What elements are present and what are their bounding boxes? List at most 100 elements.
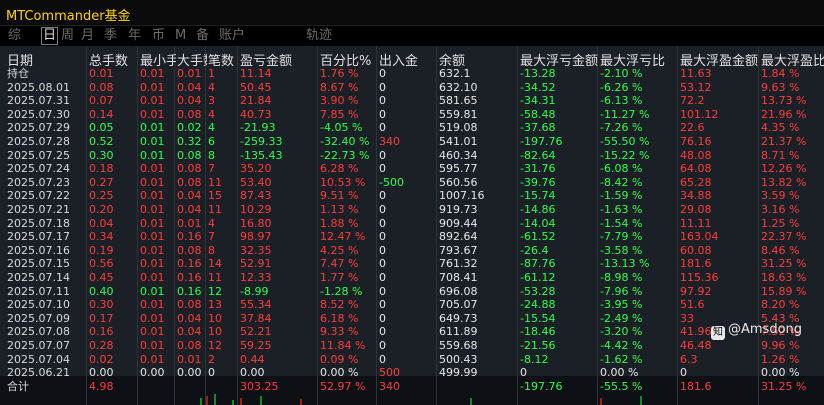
cell-min: 0.01 — [140, 94, 165, 108]
cell-lots: 0.45 — [89, 271, 114, 284]
cell-pnl: 59.25 — [240, 339, 272, 352]
table-row[interactable]: 2025.07.25 0.30 0.01 0.08 8 -135.43 -22.73 % 0 4… — [0, 149, 824, 163]
zhihu-icon: 知 — [711, 326, 725, 340]
table-row[interactable]: 2025.07.09 0.17 0.01 0.04 10 37.84 6.18 % 0 649.… — [0, 312, 824, 326]
cell-bal: 559.68 — [439, 339, 478, 352]
table-row[interactable]: 2025.07.16 0.19 0.01 0.08 8 32.35 4.25 % 0 793.6… — [0, 244, 824, 258]
tab-4[interactable]: 季 — [104, 28, 117, 44]
column-header[interactable]: 最大浮盈比 — [761, 50, 824, 66]
cell-io: 0 — [379, 80, 386, 94]
table-row[interactable]: 2025.06.21 0.00 0.00 0.00 0 0.00 0.00 % 500 499.… — [0, 366, 824, 380]
cell-mgp: 3.59 % — [761, 189, 800, 203]
table-row[interactable]: 2025.07.21 0.20 0.01 0.04 11 10.29 1.13 % 0 919.… — [0, 203, 824, 217]
table-row[interactable]: 2025.07.18 0.04 0.01 0.01 4 16.80 1.88 % 0 909.4… — [0, 217, 824, 231]
cell-mfa: -58.48 — [520, 107, 556, 121]
cell-min: 0.01 — [140, 80, 165, 94]
table-row[interactable]: 2025.07.08 0.16 0.01 0.04 10 52.21 9.33 % 0 611.… — [0, 325, 824, 339]
tab-5[interactable]: 年 — [128, 28, 141, 44]
cell-date: 2025.07.22 — [7, 189, 70, 203]
cell-count: 8 — [208, 148, 215, 162]
tab-7[interactable]: M — [175, 28, 186, 44]
cell-max: 0.32 — [177, 135, 202, 148]
cell-pnl: 98.97 — [240, 230, 272, 244]
table-row[interactable]: 2025.07.31 0.07 0.01 0.04 3 21.84 3.90 % 0 581.6… — [0, 94, 824, 108]
column-header[interactable]: 日期 — [7, 50, 87, 66]
cell-pct: 8.52 % — [320, 298, 359, 312]
cell-mfp: -55.5 % — [600, 379, 643, 393]
column-header[interactable]: 百分比% — [320, 50, 378, 66]
cell-pct: 1.13 % — [320, 203, 359, 216]
table-row[interactable]: 2025.07.23 0.27 0.01 0.08 11 53.40 10.53 % -500… — [0, 176, 824, 190]
cell-pct: 1.76 % — [320, 67, 359, 80]
cell-lots: 0.20 — [89, 203, 114, 216]
tab-6[interactable]: 币 — [152, 28, 165, 44]
tab-2[interactable]: 周 — [61, 28, 74, 44]
column-header[interactable]: 最大浮亏金额 — [520, 50, 600, 66]
cell-count: 15 — [208, 189, 222, 203]
cell-mga: 29.08 — [680, 203, 712, 216]
column-header[interactable]: 盈亏金额 — [240, 50, 318, 66]
table-row[interactable]: 2025.07.14 0.45 0.01 0.16 11 12.33 1.77 % 0 708.… — [0, 271, 824, 285]
table-row[interactable]: 2025.07.17 0.34 0.01 0.16 7 98.97 12.47 % 0 892.… — [0, 230, 824, 244]
cell-mfa: -37.68 — [520, 121, 556, 135]
cell-pnl: 40.73 — [240, 107, 272, 121]
cell-pct: 1.88 % — [320, 216, 359, 230]
tab-8[interactable]: 备 — [196, 28, 209, 44]
cell-pnl: 52.91 — [240, 257, 272, 271]
table-row[interactable]: 持仓 0.01 0.01 0.01 1 11.14 1.76 % 0 632.1 -13.28 -2… — [0, 67, 824, 81]
cell-max: 0.08 — [177, 162, 202, 176]
cell-mfa: -31.76 — [520, 162, 556, 176]
cell-max: 0.01 — [177, 216, 202, 230]
column-header[interactable]: 最大浮亏比 — [600, 50, 678, 66]
cell-mfa: -197.76 — [520, 135, 563, 148]
cell-pnl: 53.40 — [240, 175, 272, 189]
column-header[interactable]: 笔数 — [208, 50, 238, 66]
column-header[interactable]: 大手数 — [177, 50, 207, 66]
table-row[interactable]: 2025.07.30 0.14 0.01 0.08 4 40.73 7.85 % 0 559.8… — [0, 108, 824, 122]
cell-mga: 115.36 — [680, 271, 719, 284]
table-row[interactable]: 2025.07.10 0.30 0.01 0.08 13 55.34 8.52 % 0 705.… — [0, 298, 824, 312]
cell-lots: 4.98 — [89, 379, 114, 393]
cell-count: 3 — [208, 94, 215, 108]
table-row[interactable]: 合计 4.98 303.25 52.97 % 340 -197.76 -55.5 % 181.… — [0, 380, 824, 394]
cell-mfa: -21.56 — [520, 339, 556, 352]
tab-10[interactable]: 轨迹 — [306, 28, 332, 44]
cell-mga: 51.6 — [680, 298, 705, 312]
column-header[interactable]: 最大浮盈金额 — [680, 50, 760, 66]
table-row[interactable]: 2025.07.22 0.25 0.01 0.04 15 87.43 9.51 % 0 1007… — [0, 189, 824, 203]
tab-1[interactable]: 日 — [41, 27, 59, 45]
cell-mfa: -39.76 — [520, 175, 556, 189]
cell-mgp: 21.37 % — [761, 135, 807, 148]
cell-pnl: 37.84 — [240, 311, 272, 325]
cell-pnl: 32.35 — [240, 243, 272, 257]
cell-mga: 6.3 — [680, 352, 698, 366]
tab-0[interactable]: 综 — [8, 28, 21, 44]
cell-date: 2025.07.25 — [7, 148, 70, 162]
cell-min: 0.01 — [140, 243, 165, 257]
column-header[interactable]: 出入金 — [379, 50, 437, 66]
table-row[interactable]: 2025.07.07 0.28 0.01 0.08 12 59.25 11.84 % 0 559… — [0, 339, 824, 353]
table-row[interactable]: 2025.07.29 0.05 0.01 0.02 4 -21.93 -4.05 % 0 519… — [0, 121, 824, 135]
table-row[interactable]: 2025.07.04 0.02 0.01 0.01 2 0.44 0.09 % 0 500.43… — [0, 353, 824, 367]
table-row[interactable]: 2025.07.24 0.18 0.01 0.08 7 35.20 6.28 % 0 595.7… — [0, 162, 824, 176]
table-row[interactable]: 2025.07.11 0.40 0.01 0.16 12 -8.99 -1.28 % 0 696… — [0, 285, 824, 299]
tab-9[interactable]: 账户 — [219, 28, 245, 44]
cell-pct: 52.97 % — [320, 379, 366, 393]
table-row[interactable]: 2025.08.01 0.08 0.01 0.04 4 50.45 8.67 % 0 632.1… — [0, 81, 824, 95]
cell-count: 12 — [208, 284, 222, 298]
table-row[interactable]: 2025.07.15 0.56 0.01 0.16 14 52.91 7.47 % 0 761.… — [0, 257, 824, 271]
cell-min: 0.01 — [140, 175, 165, 189]
cell-count: 12 — [208, 339, 222, 352]
cell-bal: 460.34 — [439, 148, 478, 162]
cell-mfp: -2.10 % — [600, 67, 643, 80]
column-header[interactable]: 余额 — [439, 50, 519, 66]
table-row[interactable]: 2025.07.28 0.52 0.01 0.32 6 -259.33 -32.40 % 34… — [0, 135, 824, 149]
cell-mfp: 0.00 % — [600, 366, 639, 380]
cell-pct: 12.47 % — [320, 230, 366, 244]
cell-mfp: -11.27 % — [600, 107, 650, 121]
tab-3[interactable]: 月 — [81, 28, 94, 44]
cell-min: 0.01 — [140, 216, 165, 230]
column-header[interactable]: 总手数 — [89, 50, 139, 66]
column-header[interactable]: 最小手 — [140, 50, 176, 66]
cell-date: 2025.07.08 — [7, 325, 70, 339]
